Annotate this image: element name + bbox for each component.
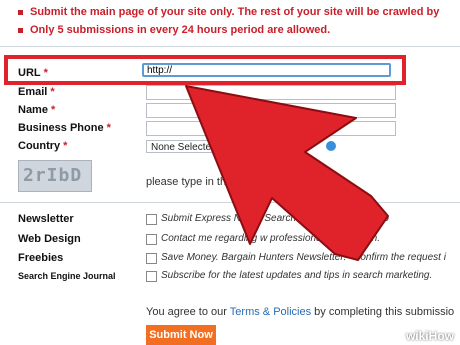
pointer-arrow-icon [185, 85, 389, 261]
wikihow-watermark: wikiHow [405, 329, 454, 343]
